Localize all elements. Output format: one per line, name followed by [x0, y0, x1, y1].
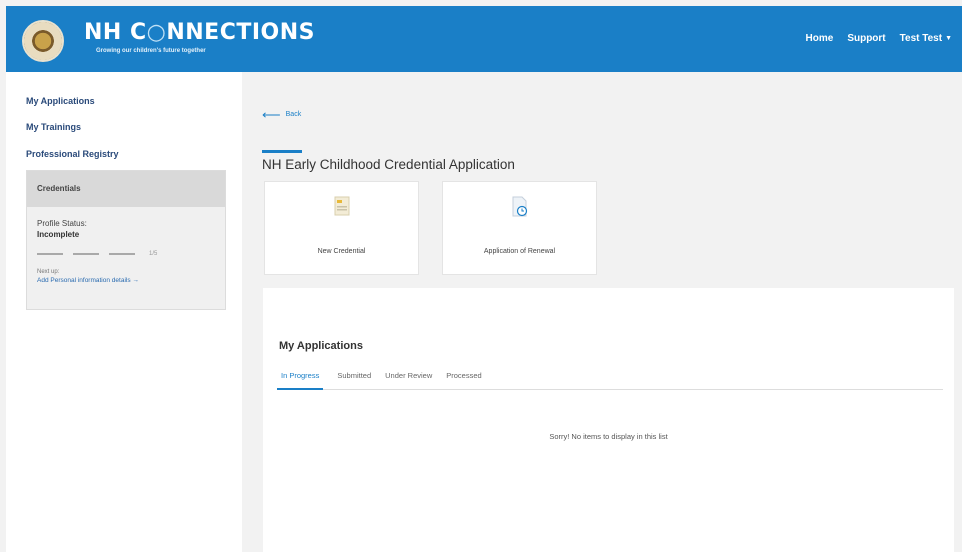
tab-submitted[interactable]: Submitted — [337, 368, 371, 390]
nh-seal-logo[interactable] — [22, 20, 64, 62]
nav-home-link[interactable]: Home — [806, 33, 834, 44]
document-icon — [334, 196, 350, 221]
empty-state-message: Sorry! No items to display in this list — [549, 432, 668, 441]
sidebar-item-professional-registry[interactable]: Professional Registry — [26, 149, 119, 159]
title-accent-bar — [262, 150, 302, 153]
profile-progress: 1/5 — [37, 251, 215, 257]
chevron-down-icon: ▼ — [945, 35, 952, 42]
credentials-heading[interactable]: Credentials — [27, 171, 225, 207]
progress-segment — [109, 253, 135, 255]
brand-title: NH C○NNECTIONS — [84, 20, 315, 45]
user-name: Test Test — [899, 33, 943, 44]
progress-count: 1/5 — [149, 251, 158, 257]
tab-under-review[interactable]: Under Review — [385, 368, 432, 390]
sidebar-item-my-trainings[interactable]: My Trainings — [26, 122, 81, 132]
my-applications-title: My Applications — [279, 340, 363, 352]
tab-processed[interactable]: Processed — [446, 368, 481, 390]
my-applications-panel: My Applications In Progress Submitted Un… — [263, 288, 954, 552]
progress-segment — [73, 253, 99, 255]
next-up-link[interactable]: Add Personal information details → — [37, 277, 215, 284]
brand[interactable]: NH C○NNECTIONS Growing our children's fu… — [84, 20, 315, 54]
next-up-label: Next up: — [37, 269, 60, 275]
application-renewal-label: Application of Renewal — [483, 248, 556, 255]
sidebar: My Applications My Trainings Professiona… — [6, 72, 242, 552]
progress-segment — [37, 253, 63, 255]
back-button[interactable]: ⟵ Back — [262, 108, 301, 121]
credentials-card: Credentials Profile Status: Incomplete 1… — [26, 170, 226, 310]
brand-tagline: Growing our children's future together — [96, 48, 206, 54]
user-menu[interactable]: Test Test ▼ — [900, 33, 952, 44]
back-label: Back — [285, 111, 302, 118]
new-credential-label: New Credential — [317, 248, 366, 255]
tab-in-progress[interactable]: In Progress — [277, 368, 324, 390]
top-nav: Home Support Test Test ▼ — [806, 33, 952, 44]
nav-support-link[interactable]: Support — [847, 33, 885, 44]
page-title: NH Early Childhood Credential Applicatio… — [262, 157, 515, 172]
arrow-left-icon: ⟵ — [262, 107, 281, 122]
profile-status-label: Profile Status: — [37, 219, 87, 228]
document-clock-icon — [511, 196, 529, 223]
application-renewal-tile[interactable]: Application of Renewal — [442, 181, 597, 275]
sidebar-item-my-applications[interactable]: My Applications — [26, 96, 95, 106]
new-credential-tile[interactable]: New Credential — [264, 181, 419, 275]
application-tabs: In Progress Submitted Under Review Proce… — [277, 368, 943, 390]
top-header: NH C○NNECTIONS Growing our children's fu… — [6, 6, 962, 72]
profile-status-value: Incomplete — [37, 230, 80, 239]
